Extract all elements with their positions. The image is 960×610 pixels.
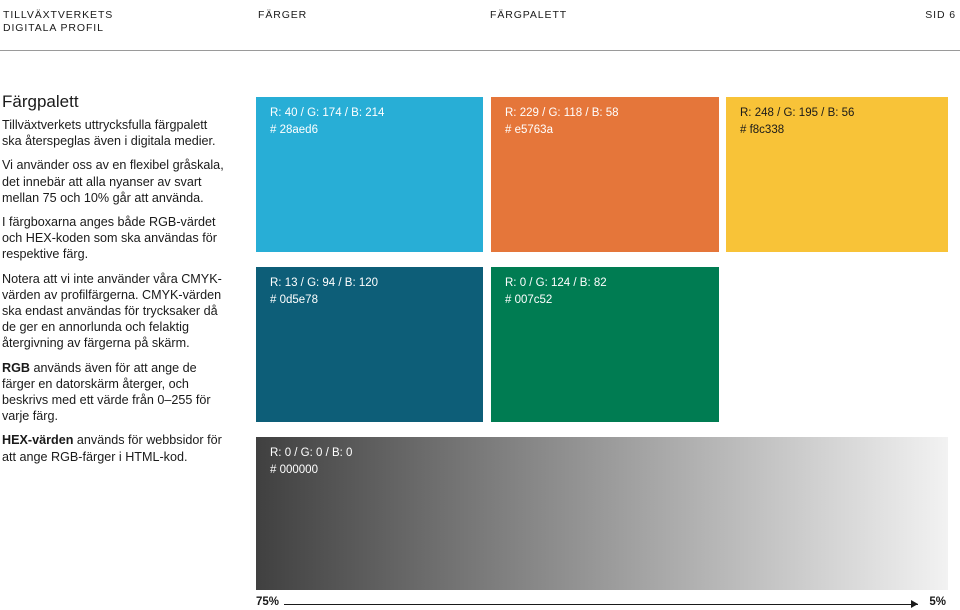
swatch-yellow-rgb: R: 248 / G: 195 / B: 56 <box>740 107 855 119</box>
grayscale-arrow-line <box>284 604 918 605</box>
swatch-black-rgb: R: 0 / G: 0 / B: 0 <box>270 447 353 459</box>
rgb-description: används även för att ange de färger en d… <box>2 360 211 424</box>
swatch-blue-rgb: R: 40 / G: 174 / B: 214 <box>270 107 385 119</box>
intro-paragraph-3: I färgboxarna anges både RGB-värdet och … <box>2 215 217 262</box>
header-section: FÄRGER <box>258 9 308 21</box>
header-org-line1: TILLVÄXTVERKETS <box>3 9 114 21</box>
hex-term: HEX-värden <box>2 433 74 448</box>
intro-paragraph-4: Notera att vi inte använder våra CMYK-vä… <box>2 271 222 351</box>
swatch-green-rgb: R: 0 / G: 124 / B: 82 <box>505 277 607 289</box>
swatch-orange-hex: # e5763a <box>505 124 553 136</box>
swatch-green-hex: # 007c52 <box>505 294 553 306</box>
grayscale-scale: 75% 5% <box>256 596 948 610</box>
swatch-teal: R: 13 / G: 94 / B: 120 # 0d5e78 <box>256 267 483 422</box>
header-organization: TILLVÄXTVERKETS DIGITALA PROFIL <box>3 9 113 35</box>
intro-paragraph-1: Tillväxtverkets uttrycksfulla färgpalett… <box>2 118 216 149</box>
swatch-black-hex: # 000000 <box>270 464 318 476</box>
swatch-yellow: R: 248 / G: 195 / B: 56 # f8c338 <box>726 97 948 252</box>
header-divider <box>0 50 960 51</box>
header-subsection: FÄRGPALETT <box>490 9 568 21</box>
grayscale-end-label: 5% <box>929 596 946 608</box>
swatch-blue: R: 40 / G: 174 / B: 214 # 28aed6 <box>256 97 483 252</box>
page-title: Färgpalett <box>2 92 79 111</box>
page-number: SID 6 <box>925 9 956 21</box>
intro-paragraph-5: RGB används även för att ange de färger … <box>2 360 230 425</box>
swatch-orange: R: 229 / G: 118 / B: 58 # e5763a <box>491 97 719 252</box>
swatch-teal-hex: # 0d5e78 <box>270 294 318 306</box>
swatch-blue-hex: # 28aed6 <box>270 124 318 136</box>
intro-paragraph-6: HEX-värden används för webbsidor för att… <box>2 432 230 464</box>
swatch-orange-rgb: R: 229 / G: 118 / B: 58 <box>505 107 619 119</box>
header-org-line2: DIGITALA PROFIL <box>3 22 104 34</box>
arrow-right-icon <box>911 600 918 608</box>
intro-column: Färgpalett Tillväxtverkets uttrycksfulla… <box>2 92 230 473</box>
swatch-black-grayscale: R: 0 / G: 0 / B: 0 # 000000 <box>256 437 948 590</box>
intro-paragraph-2: Vi använder oss av en flexibel gråskala,… <box>2 158 224 205</box>
swatch-green: R: 0 / G: 124 / B: 82 # 007c52 <box>491 267 719 422</box>
grayscale-start-label: 75% <box>256 596 280 608</box>
rgb-term: RGB <box>2 360 30 375</box>
swatch-teal-rgb: R: 13 / G: 94 / B: 120 <box>270 277 379 289</box>
swatch-yellow-hex: # f8c338 <box>740 124 785 136</box>
